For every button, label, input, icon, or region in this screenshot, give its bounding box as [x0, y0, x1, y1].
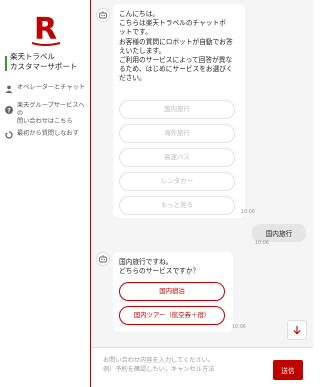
timestamp: 10:06: [232, 325, 246, 330]
sidebar-item-label: オペレーターとチャット: [17, 84, 85, 91]
rakuten-logo: R: [0, 8, 91, 47]
brand-name: 楽天トラベル カスタマーサポート: [10, 52, 88, 71]
brand-name-line1: 楽天トラベル: [10, 52, 55, 61]
sidebar-item-label: 最初から質問しなおす: [17, 130, 79, 137]
option-overseas-travel[interactable]: 海外旅行: [119, 124, 235, 143]
bot-avatar: [96, 252, 110, 266]
brand-name-line2: カスタマーサポート: [10, 61, 78, 71]
restart-icon: [4, 130, 13, 139]
arrow-down-icon: [293, 326, 301, 335]
option-highway-bus[interactable]: 高速バス: [119, 148, 235, 167]
user-message: 国内旅行: [252, 224, 306, 242]
bot-message-greeting: こんにちは。 こちらは楽天トラベルのチャットボ ットです。 お客様の質問にロボッ…: [113, 4, 245, 218]
robot-icon: [99, 11, 107, 19]
sidebar: R 楽天トラベル カスタマーサポート オペレーターとチャット ? 楽天グループサ…: [0, 0, 91, 387]
option-see-more[interactable]: もっと見る: [119, 196, 235, 215]
robot-icon: [99, 255, 107, 263]
option-domestic-tour[interactable]: 国内ツアー（航空券＋宿）: [119, 306, 225, 325]
person-icon: [4, 84, 13, 93]
timestamp: 10:06: [241, 210, 255, 215]
option-domestic-travel[interactable]: 国内旅行: [119, 100, 235, 119]
sidebar-item-label: 楽天グループサービスへの 問い合わせはこちら: [17, 102, 85, 125]
message-input[interactable]: お問い合わせ内容を入力してください。 例）予約を確認したい、キャンセル方法: [103, 357, 253, 381]
svg-text:R: R: [34, 12, 57, 47]
bot-avatar: [96, 8, 110, 22]
sidebar-item-restart[interactable]: 最初から質問しなおす: [4, 130, 90, 139]
sidebar-item-operator-chat[interactable]: オペレーターとチャット: [4, 84, 90, 93]
timestamp: 10:06: [255, 241, 269, 246]
rakuten-r-logo-icon: R: [31, 12, 61, 47]
chat-area: こんにちは。 こちらは楽天トラベルのチャットボ ットです。 お客様の質問にロボッ…: [91, 0, 313, 387]
option-domestic-lodging[interactable]: 国内宿泊: [119, 282, 225, 301]
sidebar-item-group-inquiry[interactable]: ? 楽天グループサービスへの 問い合わせはこちら: [4, 102, 90, 126]
bot-reply-text: 国内旅行ですね。 どちらのサービスですか？: [119, 258, 200, 276]
bot-message-reply: 国内旅行ですね。 どちらのサービスですか？ 国内宿泊 国内ツアー（航空券＋宿）: [113, 252, 233, 332]
send-button[interactable]: 送信: [273, 360, 303, 380]
brand-accent-bar: [5, 56, 7, 71]
svg-text:?: ?: [7, 107, 11, 114]
bot-greeting-text: こんにちは。 こちらは楽天トラベルのチャットボ ットです。 お客様の質問にロボッ…: [119, 10, 233, 83]
composer: お問い合わせ内容を入力してください。 例）予約を確認したい、キャンセル方法 送信: [91, 347, 313, 387]
scroll-down-button[interactable]: [287, 320, 307, 340]
question-icon: ?: [4, 105, 13, 114]
option-rental-car[interactable]: レンタカー: [119, 172, 235, 191]
